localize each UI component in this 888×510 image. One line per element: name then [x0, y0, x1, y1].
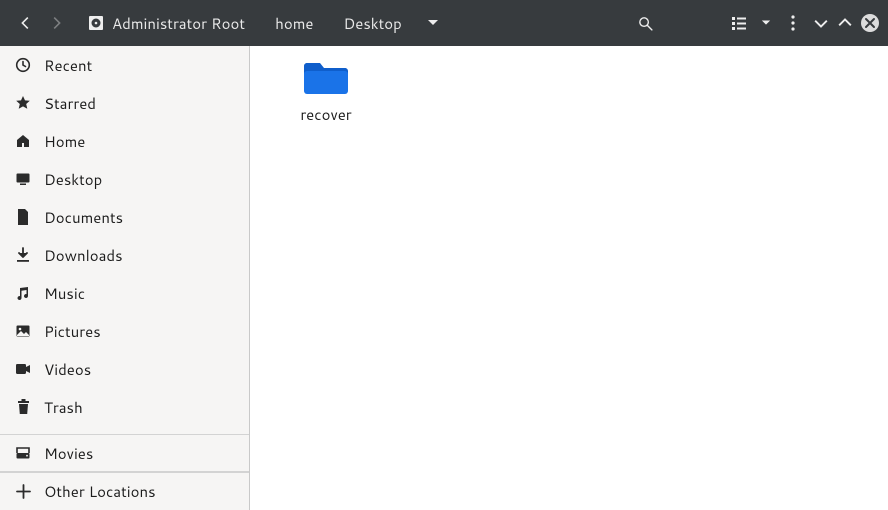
path-segment-home[interactable]: home [261, 6, 327, 40]
search-icon [637, 15, 654, 32]
path-bar: Administrator Root home Desktop [80, 6, 448, 40]
sidebar-item-recent[interactable]: Recent [0, 46, 249, 84]
back-button[interactable] [10, 8, 40, 38]
folder-item-recover[interactable]: recover [278, 58, 374, 125]
clock-icon [14, 57, 32, 73]
sidebar-scroll: Recent Starred Home Desktop [0, 46, 249, 434]
sidebar-item-label: Pictures [44, 321, 101, 342]
sidebar-item-music[interactable]: Music [0, 274, 249, 312]
header-bar: Administrator Root home Desktop [0, 0, 888, 46]
sidebar-item-label: Trash [44, 397, 83, 418]
chevron-down-icon [761, 18, 771, 28]
view-list-icon [731, 15, 747, 31]
download-icon [14, 247, 32, 263]
drive-icon [14, 445, 32, 461]
sidebar-item-label: Movies [44, 443, 93, 464]
pictures-icon [14, 323, 32, 339]
view-list-button[interactable] [724, 8, 754, 38]
path-segment-root[interactable]: Administrator Root [80, 6, 259, 40]
path-segment-desktop[interactable]: Desktop [329, 6, 415, 40]
sidebar-item-other-locations[interactable]: Other Locations [0, 472, 249, 510]
sidebar-item-label: Desktop [44, 169, 102, 190]
sidebar-item-label: Recent [44, 55, 92, 76]
path-menu-button[interactable] [418, 8, 448, 38]
header-right [662, 8, 882, 38]
search-button[interactable] [630, 8, 660, 38]
close-icon [860, 13, 880, 33]
chevron-up-icon [838, 16, 852, 30]
sidebar-item-label: Documents [44, 207, 123, 228]
home-icon [14, 133, 32, 149]
icon-grid: recover [250, 46, 888, 137]
sidebar-item-label: Videos [44, 359, 91, 380]
chevron-down-icon [427, 17, 439, 29]
window-maximize-button[interactable] [834, 8, 856, 38]
sidebar-item-starred[interactable]: Starred [0, 84, 249, 122]
sidebar-item-label: Home [44, 131, 85, 152]
sidebar-item-label: Downloads [44, 245, 123, 266]
folder-icon [302, 60, 350, 96]
overflow-menu-icon [791, 15, 795, 31]
file-item-label: recover [300, 104, 351, 125]
chevron-down-icon [814, 16, 828, 30]
sidebar-item-movies[interactable]: Movies [0, 434, 249, 472]
sidebar-item-home[interactable]: Home [0, 122, 249, 160]
sidebar-item-videos[interactable]: Videos [0, 350, 249, 388]
music-icon [14, 285, 32, 301]
forward-button[interactable] [42, 8, 72, 38]
window-minimize-button[interactable] [810, 8, 832, 38]
app-body: Recent Starred Home Desktop [0, 46, 888, 510]
sidebar-item-desktop[interactable]: Desktop [0, 160, 249, 198]
content-pane[interactable]: recover [250, 46, 888, 510]
back-icon [16, 14, 34, 32]
disk-icon [88, 15, 104, 31]
path-segment-desktop-label: Desktop [343, 13, 401, 34]
sidebar-item-trash[interactable]: Trash [0, 388, 249, 426]
sidebar-item-pictures[interactable]: Pictures [0, 312, 249, 350]
sidebar-item-documents[interactable]: Documents [0, 198, 249, 236]
path-segment-home-label: home [275, 13, 313, 34]
sidebar: Recent Starred Home Desktop [0, 46, 250, 510]
sidebar-item-label: Other Locations [44, 481, 156, 502]
document-icon [14, 209, 32, 225]
videos-icon [14, 361, 32, 377]
forward-icon [48, 14, 66, 32]
view-menu-button[interactable] [756, 8, 776, 38]
window-close-button[interactable] [858, 8, 882, 38]
sidebar-item-downloads[interactable]: Downloads [0, 236, 249, 274]
star-icon [14, 95, 32, 111]
plus-icon [14, 484, 32, 499]
desktop-icon [14, 171, 32, 187]
overflow-menu-button[interactable] [778, 8, 808, 38]
sidebar-item-label: Starred [44, 93, 96, 114]
trash-icon [14, 399, 32, 415]
path-segment-root-label: Administrator Root [112, 13, 245, 34]
sidebar-item-label: Music [44, 283, 85, 304]
